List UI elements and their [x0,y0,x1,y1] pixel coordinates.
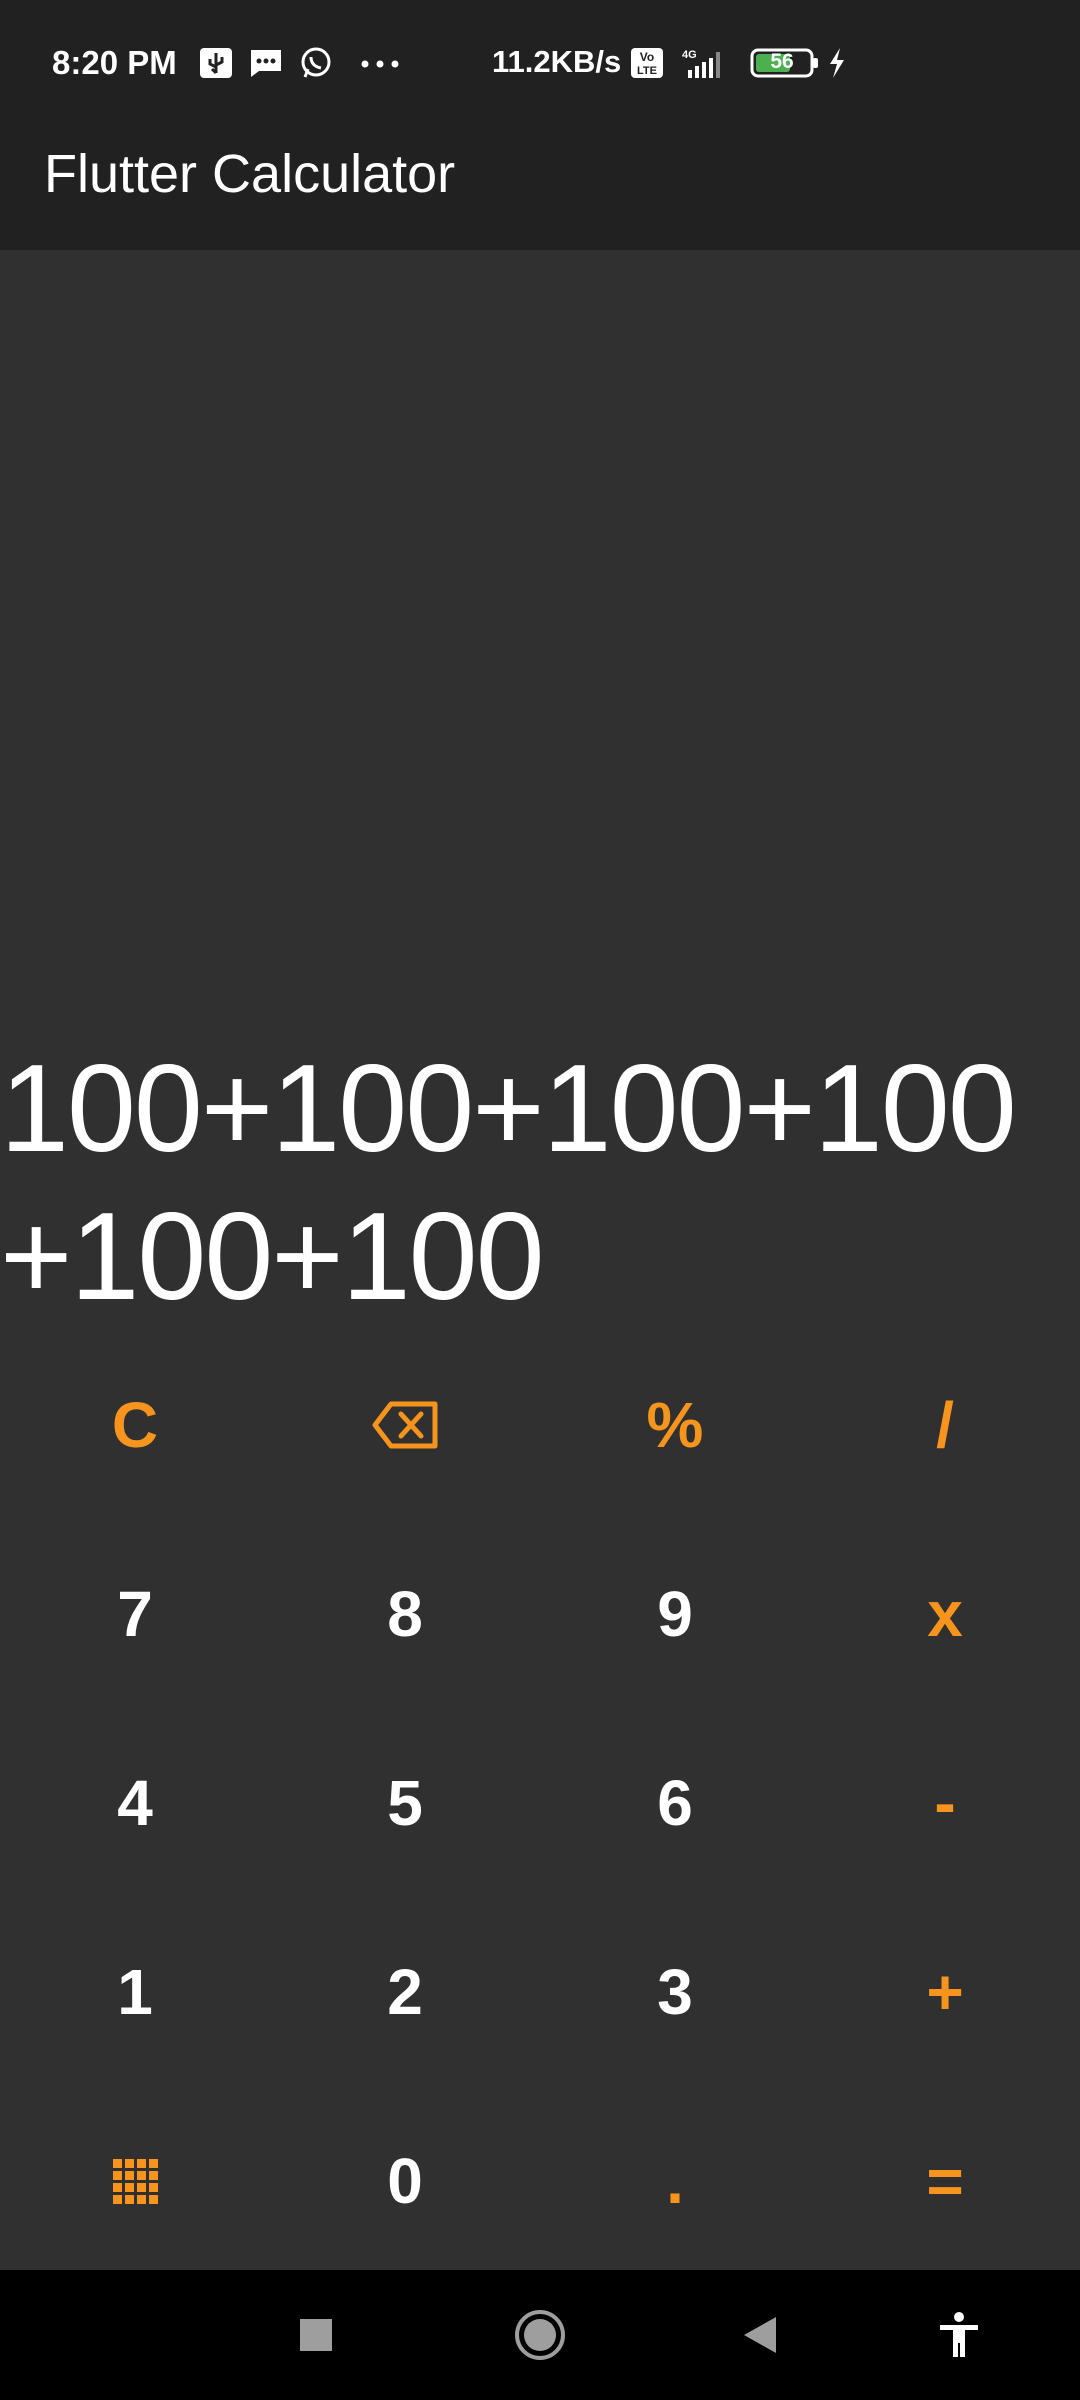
signal-icon: 4G [676,46,736,80]
recents-icon [300,2319,332,2351]
message-icon [248,46,284,80]
net-speed: 11.2KB/s [492,44,622,79]
digit-8-button[interactable]: 8 [270,1519,540,1708]
navigation-bar [0,2270,1080,2400]
plus-button[interactable]: + [810,1897,1080,2086]
accessibility-button[interactable] [924,2300,994,2370]
multiply-button[interactable]: x [810,1519,1080,1708]
digit-3-button[interactable]: 3 [540,1897,810,2086]
keypad: C % / 7 8 9 x 4 5 6 - 1 2 3 + 0 . = [0,1330,1080,2270]
digit-9-button[interactable]: 9 [540,1519,810,1708]
back-button[interactable] [725,2300,795,2370]
svg-text:Vo: Vo [640,50,654,64]
volte-icon: Vo LTE [629,46,665,80]
digit-5-button[interactable]: 5 [270,1708,540,1897]
divide-button[interactable]: / [810,1330,1080,1519]
digit-1-button[interactable]: 1 [0,1897,270,2086]
grid-icon [113,2158,158,2204]
minus-button[interactable]: - [810,1708,1080,1897]
digit-6-button[interactable]: 6 [540,1708,810,1897]
equals-button[interactable]: = [810,2086,1080,2275]
percent-button[interactable]: % [540,1330,810,1519]
battery-percent: 56 [770,50,794,73]
app-title: Flutter Calculator [44,144,456,204]
status-bar: 8:20 PM 11.2KB/s Vo LTE 4G 56 [0,0,1080,95]
backspace-icon [372,1401,438,1448]
back-icon [744,2317,776,2353]
digit-2-button[interactable]: 2 [270,1897,540,2086]
home-icon [515,2310,565,2360]
recents-button[interactable] [281,2300,351,2370]
svg-text:LTE: LTE [637,65,657,77]
expression-display: 100+100+100+100+100+100 [0,1040,1017,1326]
clear-button[interactable]: C [0,1330,270,1519]
decimal-button[interactable]: . [540,2086,810,2275]
app-bar: Flutter Calculator [0,95,1080,250]
whatsapp-icon [298,46,334,80]
digit-7-button[interactable]: 7 [0,1519,270,1708]
status-time: 8:20 PM [52,44,177,81]
grid-button[interactable] [0,2086,270,2275]
digit-4-button[interactable]: 4 [0,1708,270,1897]
backspace-button[interactable] [270,1330,540,1519]
accessibility-icon [940,2312,978,2357]
home-button[interactable] [505,2300,575,2370]
calculator-screen: 8:20 PM 11.2KB/s Vo LTE 4G 56 Flutter Ca… [0,0,1080,2400]
charging-icon [826,46,848,80]
more-dots-icon [358,46,402,80]
digit-0-button[interactable]: 0 [270,2086,540,2275]
usb-icon [198,46,234,80]
svg-text:4G: 4G [682,49,697,61]
